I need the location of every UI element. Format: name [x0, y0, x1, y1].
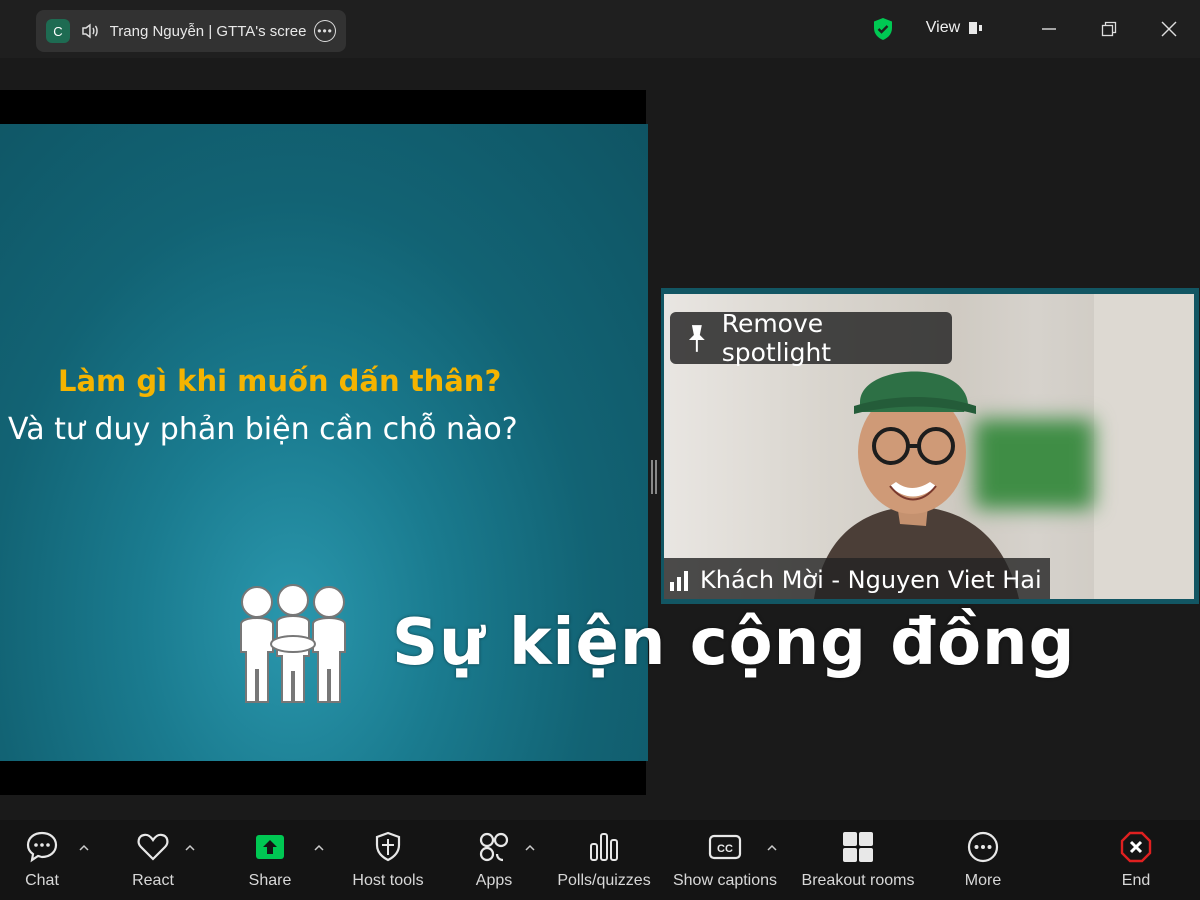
- react-options-caret-icon[interactable]: [184, 842, 196, 854]
- share-label: Share: [248, 872, 292, 889]
- chat-icon: [26, 831, 58, 863]
- host-tools-button[interactable]: Host tools: [348, 830, 428, 896]
- more-dots-icon: [967, 831, 999, 863]
- view-button[interactable]: View: [908, 12, 1000, 44]
- chat-options-caret-icon[interactable]: [78, 842, 90, 854]
- restore-button[interactable]: [1094, 14, 1124, 44]
- sharer-avatar: C: [46, 19, 70, 43]
- react-label: React: [132, 872, 174, 889]
- chat-button[interactable]: Chat: [20, 830, 64, 896]
- captions-label: Show captions: [672, 872, 778, 889]
- more-label: More: [964, 872, 1002, 889]
- heart-icon: [137, 833, 169, 861]
- polls-label: Polls/quizzes: [557, 872, 651, 889]
- polls-bar-chart-icon: [590, 833, 618, 861]
- closed-captions-icon: CC: [708, 834, 742, 860]
- security-shield-icon[interactable]: [870, 16, 896, 42]
- minimize-button[interactable]: [1034, 14, 1064, 44]
- apps-label: Apps: [475, 872, 513, 889]
- meeting-toolbar: Chat React Share Host tools Apps Polls/q…: [0, 820, 1200, 900]
- share-screen-icon: [256, 835, 284, 859]
- restore-icon: [1101, 21, 1117, 37]
- breakout-rooms-button[interactable]: Breakout rooms: [798, 830, 918, 896]
- apps-button[interactable]: Apps: [472, 830, 516, 896]
- event-banner: Sự kiện cộng đồng: [230, 578, 1075, 708]
- slide-question-2: Và tư duy phản biện cần chỗ nào?: [8, 412, 518, 447]
- share-title: Trang Nguyễn | GTTA's scree: [109, 22, 307, 40]
- show-captions-button[interactable]: CC Show captions: [670, 830, 780, 896]
- screen-share-indicator[interactable]: C Trang Nguyễn | GTTA's scree •••: [36, 10, 346, 52]
- more-button[interactable]: More: [960, 830, 1006, 896]
- remove-spotlight-button[interactable]: Remove spotlight: [670, 309, 952, 367]
- panel-splitter-handle[interactable]: [651, 460, 657, 494]
- svg-text:CC: CC: [717, 843, 733, 855]
- event-title: Sự kiện cộng đồng: [392, 606, 1076, 680]
- close-button[interactable]: [1154, 14, 1184, 44]
- remove-spotlight-label: Remove spotlight: [721, 309, 832, 367]
- chat-label: Chat: [25, 872, 59, 889]
- breakout-label: Breakout rooms: [801, 872, 915, 889]
- slide-question-1: Làm gì khi muốn dấn thân?: [58, 364, 502, 398]
- host-tools-shield-icon: [375, 831, 401, 862]
- community-people-icon: [240, 584, 346, 703]
- speaker-icon: [82, 23, 98, 39]
- apps-options-caret-icon[interactable]: [524, 842, 536, 854]
- apps-icon: [479, 832, 509, 862]
- share-options-icon[interactable]: •••: [314, 20, 336, 42]
- polls-quizzes-button[interactable]: Polls/quizzes: [556, 830, 652, 896]
- close-icon: [1161, 21, 1177, 37]
- share-button[interactable]: Share: [246, 830, 294, 896]
- captions-options-caret-icon[interactable]: [766, 842, 778, 854]
- minimize-icon: [1042, 28, 1056, 30]
- view-label: View: [925, 19, 961, 36]
- share-options-caret-icon[interactable]: [313, 842, 325, 854]
- end-meeting-button[interactable]: End: [1114, 830, 1158, 896]
- pin-icon: [688, 325, 705, 352]
- participant-video: Remove spotlight Khách Mời - Nguyen Viet…: [664, 294, 1194, 599]
- view-layout-icon: [969, 22, 983, 34]
- host-tools-label: Host tools: [352, 872, 424, 889]
- title-bar: C Trang Nguyễn | GTTA's scree ••• View: [0, 0, 1200, 58]
- breakout-rooms-grid-icon: [843, 832, 873, 862]
- spotlight-video-tile[interactable]: Remove spotlight Khách Mời - Nguyen Viet…: [661, 288, 1199, 604]
- end-meeting-icon: [1120, 831, 1152, 863]
- react-button[interactable]: React: [130, 830, 176, 896]
- end-label: End: [1121, 872, 1151, 889]
